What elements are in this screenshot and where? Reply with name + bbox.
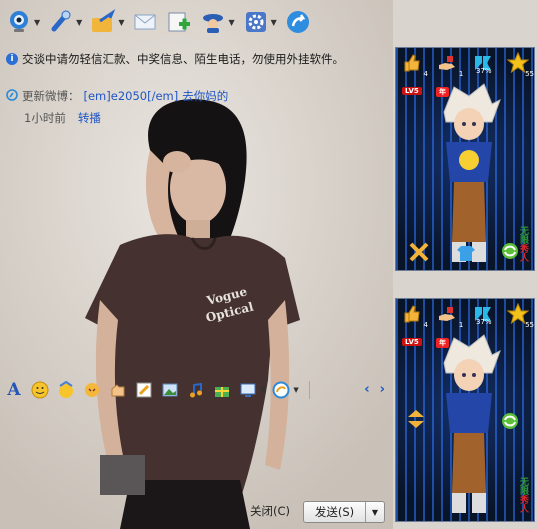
show-toolbar: 4 1 55 [400,303,534,329]
show-watermark: 无限秀人 [518,226,528,262]
swap-icon[interactable] [404,407,428,434]
folder-send-icon [90,9,116,35]
show-watermark: 无限秀人 [518,477,528,513]
my-show-panel[interactable]: 4 1 55 37% LV5 年 无限秀人 [395,298,535,522]
close-button[interactable]: 关闭(C) [250,503,290,519]
gift-button[interactable] [212,380,232,400]
send-button[interactable]: 发送(S) ▼ [303,501,385,523]
progress-percent: 37% [476,67,492,75]
magic-emoticon-button[interactable] [56,380,76,400]
star-icon[interactable]: 55 [506,52,534,78]
star-count: 55 [525,321,534,329]
webcam-icon [6,9,32,35]
send-button-label: 发送(S) [314,505,355,519]
thumbs-up-icon[interactable]: 4 [400,303,428,329]
weibo-meta: 1小时前 转播 [24,110,101,126]
level-badge: LV5 [402,87,422,95]
screenshot-button[interactable] [238,380,258,400]
user-cap-icon [200,9,226,35]
share-icon [285,9,311,35]
swap-icon[interactable] [408,241,430,266]
apps-button[interactable]: ▼ [243,9,277,35]
level-badge: LV5 [402,338,422,346]
like-count: 4 [423,321,428,329]
chevron-down-icon[interactable]: ▼ [34,18,40,27]
send-sms-button[interactable] [132,9,158,35]
send-options-dropdown[interactable]: ▼ [365,502,384,522]
hand-gift-icon[interactable]: 1 [435,52,463,78]
weibo-label: 更新微博： [22,89,80,103]
image-icon [162,383,178,397]
microphone-icon [48,9,74,35]
remote-assist-button[interactable]: ▼ [200,9,235,35]
shirt-icon[interactable] [456,243,476,266]
chevron-down-icon[interactable]: ▼ [260,386,265,394]
gift-icon [215,387,229,397]
hand-icon [111,384,125,397]
toolbar-separator [308,381,310,399]
envelope-icon [132,9,158,35]
weibo-status: 更新微博： [em]e2050[/em] 去你妈的 [6,88,228,104]
chevron-down-icon[interactable]: ▼ [293,386,298,394]
chat-background-photo: Vogue Optical [0,0,393,529]
video-call-button[interactable]: ▼ [6,9,40,35]
like-count: 4 [423,70,428,78]
star-icon[interactable]: 55 [506,303,534,329]
send-image-button[interactable] [160,380,180,400]
star-count: 55 [525,70,534,78]
scroll-left-icon[interactable]: ‹ [364,382,369,397]
hand-gift-icon[interactable]: 1 [435,303,463,329]
magic-face-icon [59,381,73,398]
shake-icon [85,383,99,397]
weibo-icon [6,88,18,104]
font-button[interactable]: A [4,380,24,400]
weibo-text-link[interactable]: 去你妈的 [182,88,228,104]
doodle-button[interactable] [134,380,154,400]
tencent-app-button[interactable] [271,380,291,400]
chevron-down-icon[interactable]: ▼ [76,18,82,27]
voice-call-button[interactable]: ▼ [48,9,82,35]
progress-percent: 37% [476,318,492,326]
gift-count: 1 [458,70,464,78]
pencil-icon [136,382,152,398]
refresh-icon[interactable] [500,411,520,434]
create-group-button[interactable] [166,9,192,35]
gear-icon [243,9,269,35]
thumbs-up-icon[interactable]: 4 [400,52,428,78]
send-file-button[interactable]: ▼ [90,9,124,35]
app-logo-icon [272,381,290,399]
chevron-down-icon[interactable]: ▼ [228,18,234,27]
security-notice: i 交谈中请勿轻信汇款、中奖信息、陌生电话，勿使用外挂软件。 [6,50,386,68]
nudge-button[interactable] [82,380,102,400]
add-contact-icon [166,9,192,35]
chevron-down-icon[interactable]: ▼ [118,18,124,27]
voice-message-button[interactable] [108,380,128,400]
weibo-time: 1小时前 [24,111,66,125]
font-icon: A [7,380,21,400]
weibo-content-link[interactable]: [em]e2050[/em] [84,89,179,103]
info-icon: i [6,53,18,65]
repost-link[interactable]: 转播 [78,110,101,126]
gift-count: 1 [458,321,464,329]
friend-show-panel[interactable]: 4 1 55 37% LV5 年 无限秀人 [395,47,535,271]
screen-capture-icon [240,383,256,397]
chevron-down-icon[interactable]: ▼ [271,18,277,27]
smiley-icon [31,381,49,399]
format-toolbar: A ▼ ▼ [0,376,393,404]
show-toolbar: 4 1 55 [400,52,534,78]
scroll-right-icon[interactable]: › [380,382,385,397]
chat-toolbar: ▼ ▼ ▼ ▼ ▼ [0,0,393,44]
security-notice-text: 交谈中请勿轻信汇款、中奖信息、陌生电话，勿使用外挂软件。 [22,52,344,66]
share-button[interactable] [285,9,311,35]
avatar-character [443,334,501,513]
emoticon-button[interactable] [30,380,50,400]
music-note-icon [190,382,202,398]
toolbar-scroll: ‹ › [364,382,385,397]
music-button[interactable] [186,380,206,400]
chat-window: Vogue Optical ▼ ▼ ▼ ▼ ▼ i 交谈中请勿轻信汇款、中奖信息… [0,0,393,529]
